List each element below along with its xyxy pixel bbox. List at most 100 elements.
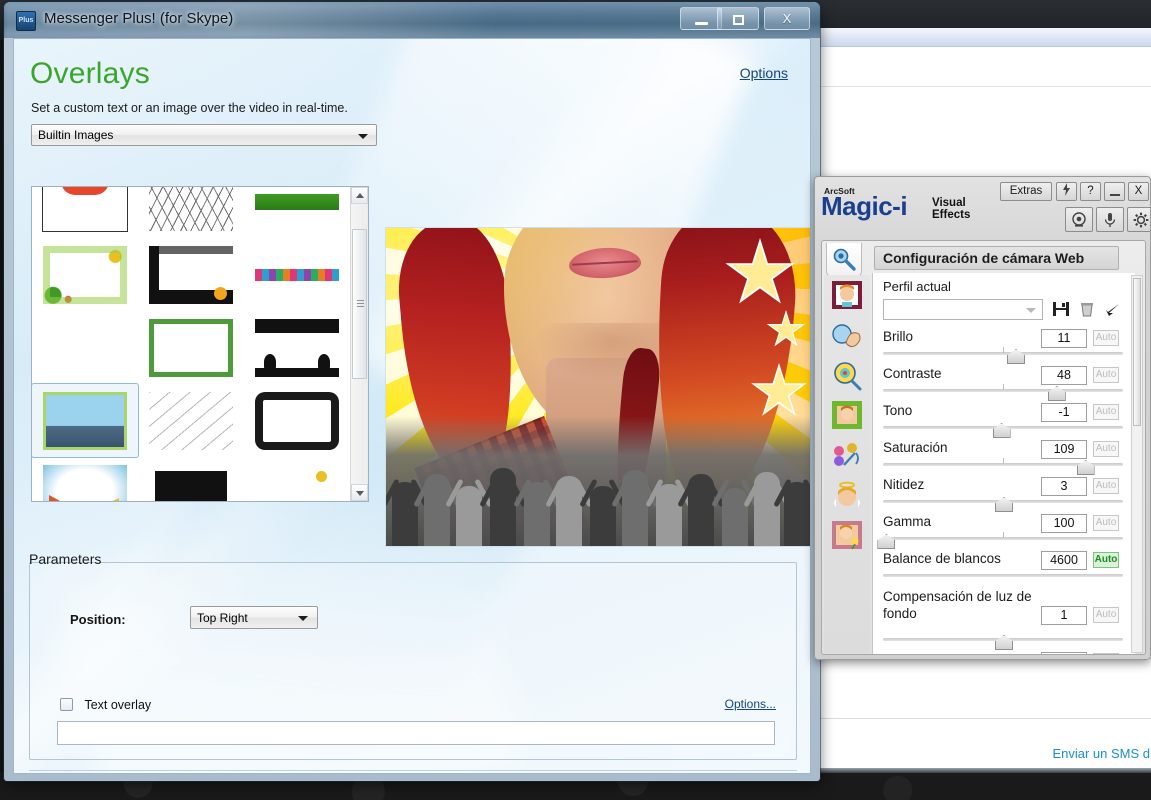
- magic-i-window[interactable]: ArcSoft Magic-i Visual Effects Extras ? …: [814, 176, 1151, 660]
- thumb-green-grass-strip: [255, 193, 339, 210]
- microphone-icon: [1104, 213, 1116, 227]
- list-item[interactable]: [32, 311, 138, 384]
- list-item[interactable]: [138, 384, 244, 457]
- list-item[interactable]: [244, 187, 350, 238]
- slider-value[interactable]: 1: [1041, 606, 1087, 625]
- slider-value[interactable]: 4600: [1041, 551, 1087, 570]
- flower-magnifier-icon: [834, 362, 862, 391]
- magic-i-content: Configuración de cámara Web Perfil actua…: [821, 240, 1146, 655]
- position-select[interactable]: Top Right: [190, 606, 318, 629]
- settings-button[interactable]: [1127, 207, 1150, 232]
- slider-auto-toggle[interactable]: Auto: [1093, 552, 1119, 568]
- messenger-plus-body: Overlays Options Set a custom text or an…: [13, 38, 811, 774]
- slider-value[interactable]: 0: [1041, 652, 1087, 654]
- slider-auto-toggle[interactable]: Auto: [1093, 367, 1119, 383]
- slider-auto-toggle[interactable]: Auto: [1093, 404, 1119, 420]
- slider-auto-toggle[interactable]: Auto: [1093, 441, 1119, 457]
- list-item[interactable]: [32, 457, 138, 501]
- profile-select[interactable]: [883, 299, 1043, 320]
- overlay-thumbnail-list[interactable]: [31, 186, 369, 502]
- overlay-source-select[interactable]: Builtin Images: [31, 124, 377, 146]
- delete-profile-button[interactable]: [1077, 299, 1097, 319]
- sidebar-item-photo-flower-frame[interactable]: [830, 519, 866, 553]
- messenger-plus-app-icon: Plus: [16, 11, 36, 31]
- magic-i-header: ArcSoft Magic-i Visual Effects Extras ? …: [815, 177, 1150, 239]
- slider-value[interactable]: 109: [1041, 440, 1087, 459]
- slider-row: Brillo 11 Auto: [873, 329, 1135, 366]
- slider-value[interactable]: 11: [1041, 329, 1087, 348]
- thumb-colored-lanterns-strip: [255, 268, 339, 281]
- broadcast-avatars-icon: [834, 443, 859, 466]
- reset-profile-button[interactable]: [1103, 299, 1123, 319]
- list-item[interactable]: [244, 457, 350, 501]
- maximize-button[interactable]: [717, 7, 759, 30]
- messenger-plus-window[interactable]: Plus Messenger Plus! (for Skype) X Overl…: [4, 2, 820, 781]
- minimize-button[interactable]: [680, 7, 722, 30]
- list-item[interactable]: [244, 311, 350, 384]
- magic-i-close-button[interactable]: X: [1128, 182, 1149, 201]
- slider-value[interactable]: -1: [1041, 403, 1087, 422]
- camera-settings-tab-icon[interactable]: [826, 243, 862, 276]
- magic-i-minimize-button[interactable]: [1104, 182, 1125, 201]
- slider-auto-toggle[interactable]: Auto: [1093, 607, 1119, 623]
- camera-settings-title: Configuración de cámara Web: [874, 246, 1119, 270]
- quick-action-button[interactable]: [1056, 182, 1077, 201]
- slider-value[interactable]: 48: [1041, 366, 1087, 385]
- extras-button[interactable]: Extras: [1000, 182, 1052, 201]
- slider-auto-toggle[interactable]: Auto: [1093, 330, 1119, 346]
- help-button[interactable]: ?: [1080, 182, 1101, 201]
- list-item[interactable]: [32, 187, 138, 238]
- slider-value[interactable]: 3: [1041, 477, 1087, 496]
- overlays-options-link[interactable]: Options: [740, 65, 788, 81]
- slider-label: Compensación de luz de fondo: [883, 589, 1032, 621]
- list-item[interactable]: [244, 384, 350, 457]
- video-preview[interactable]: [385, 227, 810, 547]
- slider-value[interactable]: 100: [1041, 514, 1087, 533]
- thumb-fish-underwater-frame: [43, 464, 127, 501]
- sidebar-item-flower-magnifier[interactable]: [830, 359, 866, 393]
- slider-auto-toggle[interactable]: Auto: [1093, 653, 1119, 654]
- text-overlay-options-link[interactable]: Options...: [725, 697, 776, 711]
- overlay-thumbnail-grid: [32, 187, 350, 501]
- bolt-icon: [1063, 183, 1070, 196]
- list-item[interactable]: [138, 311, 244, 384]
- webcam-button[interactable]: [1065, 207, 1093, 232]
- parameters-group-label: Parameters: [29, 551, 102, 567]
- list-item[interactable]: [138, 457, 244, 501]
- thumbnail-scrollbar[interactable]: [350, 187, 368, 501]
- sidebar-item-angel-avatar[interactable]: [830, 479, 866, 513]
- list-item[interactable]: [138, 187, 244, 238]
- messenger-plus-titlebar[interactable]: Plus Messenger Plus! (for Skype) X: [4, 2, 820, 38]
- text-overlay-checkbox[interactable]: [60, 698, 73, 712]
- slider-row: Saturación 109 Auto: [873, 440, 1135, 477]
- chevron-down-icon: [1026, 308, 1036, 313]
- slider-auto-toggle[interactable]: Auto: [1093, 515, 1119, 531]
- scrollbar-thumb[interactable]: [1133, 278, 1141, 426]
- scrollbar-grip-icon: [357, 300, 364, 307]
- microphone-button[interactable]: [1096, 207, 1124, 232]
- scrollbar-thumb[interactable]: [352, 229, 367, 379]
- slider-row: Compensación de luz de fondo 1 Auto: [873, 588, 1135, 652]
- slider-label: Tono: [883, 403, 913, 418]
- list-item[interactable]: [32, 238, 138, 311]
- scroll-up-button[interactable]: [351, 187, 368, 204]
- sidebar-item-face-frame[interactable]: [830, 279, 866, 313]
- text-overlay-input[interactable]: [57, 721, 775, 745]
- send-sms-link[interactable]: Enviar un SMS d: [1052, 746, 1150, 761]
- profile-label: Perfil actual: [883, 279, 951, 294]
- list-item[interactable]: [244, 238, 350, 311]
- sidebar-item-broadcast-avatars[interactable]: [830, 439, 866, 473]
- list-item[interactable]: [138, 238, 244, 311]
- magic-i-scrollbar[interactable]: [1131, 275, 1143, 653]
- slider-auto-toggle[interactable]: Auto: [1093, 478, 1119, 494]
- sidebar-item-hand-gesture[interactable]: [830, 319, 866, 353]
- list-item-selected[interactable]: [32, 383, 139, 458]
- scroll-down-button[interactable]: [351, 484, 368, 501]
- thumb-blue-crowd-frame: [43, 391, 127, 450]
- close-button[interactable]: X: [764, 7, 810, 30]
- thumb-birds-sketch: [149, 187, 233, 231]
- save-profile-button[interactable]: [1051, 299, 1071, 319]
- sidebar-item-green-photo-frame[interactable]: [830, 399, 866, 433]
- slider-row: Panorámica horizontal 0 Auto: [873, 652, 1135, 654]
- slider-track[interactable]: [883, 574, 1123, 577]
